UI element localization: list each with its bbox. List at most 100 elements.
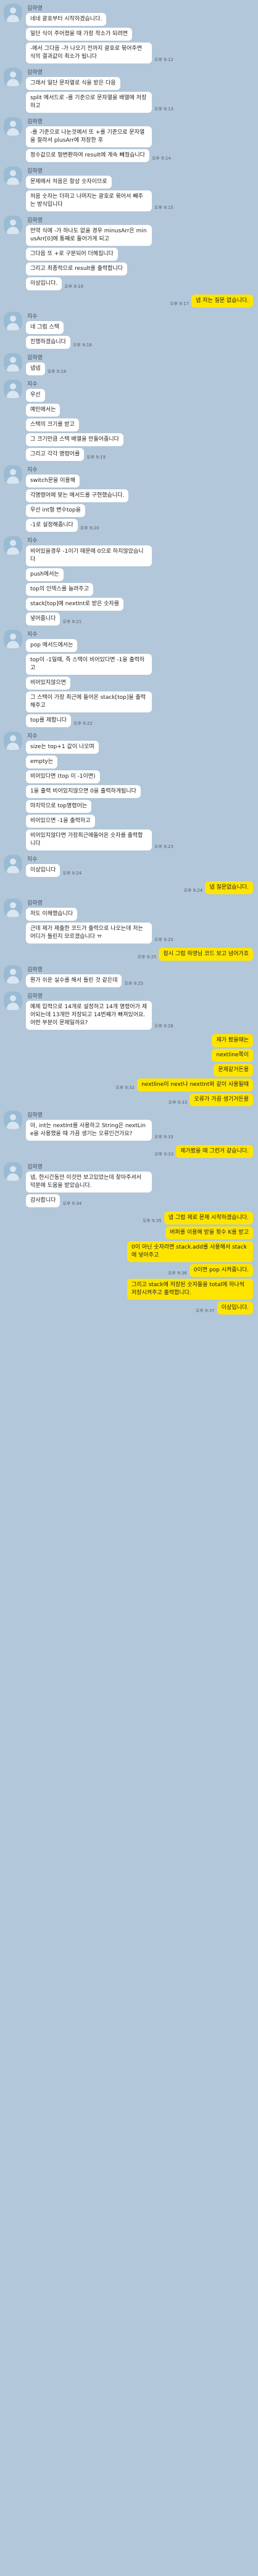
message-bubble[interactable]: 네네 괄호부터 시작하겠습니다. xyxy=(26,13,107,26)
message-bubble[interactable]: 예민에서는 xyxy=(26,404,60,417)
message-bubble[interactable]: 그 크기만큼 스택 배열을 만들어줍니다 xyxy=(26,433,123,446)
message-row: 마지막으로 top명령어는 xyxy=(26,800,176,813)
my-message-bubble[interactable]: 제가봤을 때 그런거 같습니다. xyxy=(176,1145,253,1158)
message-bubble[interactable]: stack[top]에 nextInt로 받은 숫자를 xyxy=(26,598,124,611)
my-message-bubble[interactable]: 문제같거든용 xyxy=(214,1064,253,1077)
message-bubble[interactable]: 예제 입력으로 14개로 설정하고 14개 명령어가 제어되는데 13개만 저장… xyxy=(26,1001,152,1030)
message-row: 비어있지않다면 가장최근에들어온 숫자를 출력합니다 오후 9:23 xyxy=(26,829,176,850)
message-bubble[interactable]: 각명령어에 맞는 메서드를 구현했습니다. xyxy=(26,489,129,502)
avatar[interactable] xyxy=(4,216,22,234)
message-bubble[interactable]: -1로 설정해줍니다 xyxy=(26,519,78,532)
message-bubble[interactable]: 1을 출력 비어있지않으면 0을 출력하게됩니다 xyxy=(26,785,141,798)
avatar[interactable] xyxy=(4,380,22,398)
message-bubble[interactable]: top의 인덱스를 늘려주고 xyxy=(26,583,93,596)
message-row: top의 인덱스를 늘려주고 xyxy=(26,583,152,596)
incoming-message-group: 김하영 그래서 일단 문자열로 식을 받은 다음 split 메서드로 -를 기준으… xyxy=(4,68,254,115)
message-bubble[interactable]: 비어있을경우 -1이기 때문에 0으로 하지않았습니다 xyxy=(26,545,152,566)
my-message-bubble[interactable]: 잠시 그럼 하영님 코드 보고 넘어가죠 xyxy=(159,948,253,961)
message-bubble[interactable]: push에서는 xyxy=(26,568,64,581)
message-bubble[interactable]: 그래서 일단 문자열로 식을 받은 다음 xyxy=(26,77,120,90)
message-bubble[interactable]: split 메서드로 -를 기준으로 문자열을 배열에 저장하고 xyxy=(26,92,152,113)
message-group-body: 김하영 -를 기준으로 나눈것에서 또 +를 기준으로 문자열을 잘라서 plus… xyxy=(26,117,173,164)
avatar[interactable] xyxy=(4,899,22,917)
avatar[interactable] xyxy=(4,536,22,555)
my-message-bubble[interactable]: nextline이 next나 nextInt와 같이 사용될때 xyxy=(137,1078,253,1091)
message-bubble[interactable]: 감사합니다 xyxy=(26,1194,60,1207)
message-bubble[interactable]: switch문을 이용해 xyxy=(26,475,80,487)
message-bubble[interactable]: 처음 숫자는 더하고 나머지는 괄호로 묶어서 빼주는 방식입니다 xyxy=(26,190,152,211)
message-bubble[interactable]: 스택의 크기를 받고 xyxy=(26,418,79,431)
message-row: 오후 9:17 넵 저는 질문 없습니다. xyxy=(167,295,253,308)
incoming-message-group: 지수 네 그럼 스택 진행하겠습니다 오후 9:18 xyxy=(4,312,254,351)
avatar[interactable] xyxy=(4,312,22,330)
message-bubble[interactable]: 그리고 최종적으로 result를 출력합니다 xyxy=(26,263,127,275)
message-bubble[interactable]: pop 메서드에서는 xyxy=(26,639,78,652)
avatar[interactable] xyxy=(4,166,22,185)
my-message-bubble[interactable]: 0이면 pop 시켜줍니다. xyxy=(189,1264,253,1277)
avatar[interactable] xyxy=(4,1111,22,1129)
message-row: switch문을 이용해 xyxy=(26,475,128,487)
message-bubble[interactable]: 그리고 각각 명령어를 xyxy=(26,448,85,461)
message-bubble[interactable]: 비어있지않다면 가장최근에들어온 숫자를 출력합니다 xyxy=(26,829,152,850)
message-bubble[interactable]: 넣어줍니다 xyxy=(26,613,60,626)
message-row: stack[top]에 nextInt로 받은 숫자를 xyxy=(26,598,152,611)
message-bubble[interactable]: 우선 xyxy=(26,389,45,402)
sender-name: 지수 xyxy=(27,381,38,388)
avatar[interactable] xyxy=(4,965,22,984)
avatar[interactable] xyxy=(4,630,22,648)
avatar[interactable] xyxy=(4,732,22,750)
message-bubble[interactable]: 넵넵 xyxy=(26,362,45,375)
message-bubble[interactable]: 그 스택이 가장 최근에 들어온 stack[top]을 출력해주고 xyxy=(26,691,152,712)
message-bubble[interactable]: 이상입니다 xyxy=(26,864,60,877)
message-bubble[interactable]: 일단 식이 주어졌을 때 가장 작소가 되려면 xyxy=(26,28,132,41)
message-bubble[interactable]: 넵, 한시간동안 이것만 보고있었는데 찾아주셔서 덕분에 도움을 받았습니다. xyxy=(26,1172,152,1192)
message-bubble[interactable]: 그다음 또 +로 구분되어 더해집니다 xyxy=(26,248,118,261)
message-bubble[interactable]: 비어있지않으면 xyxy=(26,677,70,690)
my-message-bubble[interactable]: nextline쪽이 xyxy=(212,1049,253,1062)
my-message-bubble[interactable]: 오류가 가끔 생기거든용 xyxy=(189,1093,253,1106)
message-bubble[interactable]: 정수값으로 형변환하여 result에 계속 빼줬습니다 xyxy=(26,149,149,162)
incoming-message-group: 김하영 예제 입력으로 14개로 설정하고 14개 명령어가 제어되는데 13개만… xyxy=(4,992,254,1032)
avatar[interactable] xyxy=(4,68,22,86)
my-message-bubble[interactable]: 0이 아닌 숫자라면 stack.add를 사용해서 stack에 넣어주고 xyxy=(127,1241,253,1262)
avatar[interactable] xyxy=(4,465,22,484)
avatar[interactable] xyxy=(4,855,22,873)
message-bubble[interactable]: size는 top+1 값이 나오며 xyxy=(26,741,99,754)
message-row: 문제에서 처음은 항상 숫자이므로 xyxy=(26,176,176,189)
avatar[interactable] xyxy=(4,1162,22,1181)
avatar[interactable] xyxy=(4,4,22,22)
my-message-bubble[interactable]: 그리고 stack에 저장된 숫자들을 total에 하나씩 저장시켜주고 출력… xyxy=(127,1279,253,1300)
message-row: 버퍼를 이용해 받을 횟수 K를 받고 xyxy=(165,1226,253,1239)
my-message-bubble[interactable]: 제가 봤을때는 xyxy=(212,1034,253,1047)
my-message-bubble[interactable]: 버퍼를 이용해 받을 횟수 K를 받고 xyxy=(165,1226,253,1239)
my-message-bubble[interactable]: 넵 그럼 제로 문제 시작하겠습니다. xyxy=(164,1212,253,1225)
my-message-bubble[interactable]: 넵 저는 질문 없습니다. xyxy=(191,295,253,308)
message-bubble[interactable]: 문제에서 처음은 항상 숫자이므로 xyxy=(26,176,112,189)
message-row: 이상입니다 오후 9:24 xyxy=(26,864,84,877)
message-bubble[interactable]: 비어있다면 (top 이 -1이면) xyxy=(26,770,100,783)
message-bubble[interactable]: -를 기준으로 나눈것에서 또 +를 기준으로 문자열을 잘라서 plusArr… xyxy=(26,126,152,147)
message-bubble[interactable]: 근데 제가 제출한 코드가 출력으로 나오는데 저는 어디가 틀린지 모르겠습니… xyxy=(26,923,152,944)
my-message-bubble[interactable]: 넵 질문없습니다. xyxy=(205,881,253,894)
message-bubble[interactable]: 이상입니다. xyxy=(26,277,62,290)
my-message-bubble[interactable]: 이상입니다. xyxy=(217,1302,253,1314)
message-bubble[interactable]: -에서 그다음 -가 나오기 전까지 괄호로 묶어주면 식의 결과값이 최소가 … xyxy=(26,43,152,63)
avatar[interactable] xyxy=(4,117,22,136)
message-bubble[interactable]: 마지막으로 top명령어는 xyxy=(26,800,92,813)
message-bubble[interactable]: 우선 int형 변수top을 xyxy=(26,504,85,517)
message-group-body: 김하영 그래서 일단 문자열로 식을 받은 다음 split 메서드로 -를 기준으… xyxy=(26,68,176,115)
message-bubble[interactable]: 저도 이해했습니다 xyxy=(26,908,78,921)
message-bubble[interactable]: 뭔가 쉬운 실수를 해서 틀린 것 같은데 xyxy=(26,974,122,987)
message-bubble[interactable]: 아, int는 nextInt를 사용하고 String은 nextLine을 … xyxy=(26,1120,152,1141)
avatar[interactable] xyxy=(4,992,22,1010)
message-row: 일단 식이 주어졌을 때 가장 작소가 되려면 xyxy=(26,28,176,41)
message-bubble[interactable]: top를 제합니다 xyxy=(26,714,72,727)
message-bubble[interactable]: 진행하겠습니다 xyxy=(26,336,70,349)
chat-room[interactable]: 김하영 네네 괄호부터 시작하겠습니다. 일단 식이 주어졌을 때 가장 작소가 되… xyxy=(0,0,258,2576)
message-bubble[interactable]: 만약 식에 -가 하나도 없을 경우 minusArr은 minusArr[0]… xyxy=(26,225,152,246)
message-bubble[interactable]: top이 -1일때, 즉 스택이 비어있다면 -1을 출력하고 xyxy=(26,654,152,675)
message-bubble[interactable]: empty는 xyxy=(26,756,58,768)
message-bubble[interactable]: 비어있으면 -1을 출력하고 xyxy=(26,815,95,828)
message-bubble[interactable]: 네 그럼 스택 xyxy=(26,321,64,334)
avatar[interactable] xyxy=(4,353,22,372)
